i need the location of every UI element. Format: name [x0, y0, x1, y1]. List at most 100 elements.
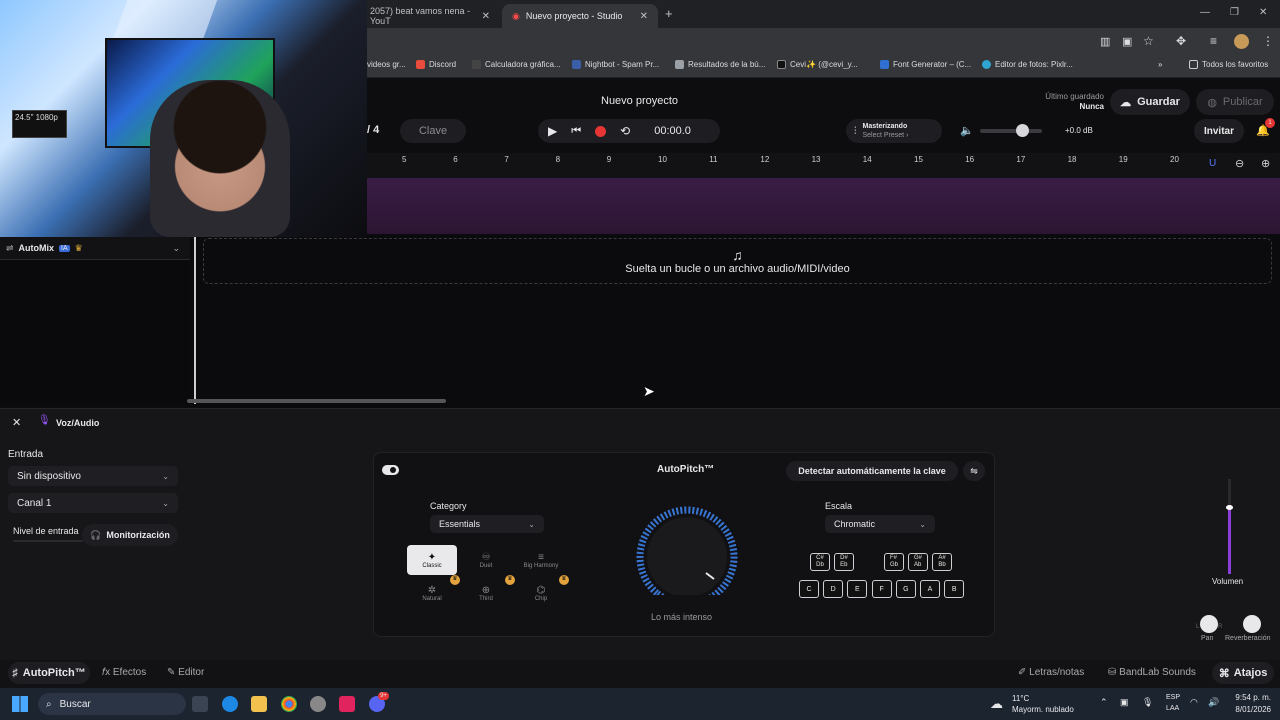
close-icon[interactable]: ✕	[640, 11, 648, 22]
scale-select[interactable]: Chromatic ⌄	[825, 515, 935, 533]
drop-zone[interactable]: ♫ Suelta un bucle o un archivo audio/MID…	[203, 238, 1272, 284]
tab-effects[interactable]: 𝑓x Efectos	[102, 667, 146, 678]
timeline-ruler[interactable]: 5 6 7 8 9 10 11 12 13 14 15 16 17 18 19 20 U ⊖ ⊕	[367, 153, 1280, 178]
bookmark-item[interactable]: Nightbot - Spam Pr...	[572, 60, 659, 69]
volume-icon[interactable]: 🔊	[1208, 697, 1219, 708]
mic-tray-icon[interactable]: 🎙	[1142, 697, 1153, 708]
key-button[interactable]: C# Db	[810, 553, 830, 571]
tiktok-app-icon[interactable]	[339, 696, 355, 712]
star-icon[interactable]: ☆	[1143, 34, 1154, 48]
close-icon[interactable]: ✕	[482, 11, 490, 22]
input-device-select[interactable]: Sin dispositivo ⌄	[8, 466, 178, 486]
key-button[interactable]: D	[823, 580, 844, 598]
magnet-icon[interactable]: U	[1209, 158, 1216, 169]
chevron-up-icon[interactable]: ⌃	[1100, 697, 1108, 708]
track-lane[interactable]	[367, 178, 1280, 234]
save-button[interactable]: ☁ Guardar	[1110, 89, 1190, 115]
publish-button[interactable]: ◍ Publicar	[1196, 89, 1274, 115]
zoom-in-icon[interactable]: ⊕	[1261, 157, 1270, 170]
category-select[interactable]: Essentials ⌄	[430, 515, 544, 533]
menu-icon[interactable]: ⋮	[1262, 34, 1274, 48]
detect-key-button[interactable]: Detectar automáticamente la clave	[786, 461, 958, 481]
shortcuts-button[interactable]: ⌘ Atajos	[1212, 662, 1274, 684]
preset-chip[interactable]: ⌬ Chip	[516, 578, 566, 608]
key-button[interactable]: D# Eb	[834, 553, 854, 571]
task-view-icon[interactable]	[192, 696, 208, 712]
tab-youtube[interactable]: 2057) beat vamos nena - YouT ✕	[360, 4, 500, 28]
restore-icon[interactable]: ❐	[1230, 7, 1239, 18]
tab-autopitch[interactable]: ♯ AutoPitch™	[8, 662, 90, 684]
chrome-icon[interactable]	[281, 696, 297, 712]
language-1[interactable]: ESP	[1166, 694, 1180, 701]
key-button[interactable]: G# Ab	[908, 553, 928, 571]
channel-select[interactable]: Canal 1 ⌄	[8, 493, 178, 513]
edge-icon[interactable]	[222, 696, 238, 712]
language-2[interactable]: LAA	[1166, 705, 1179, 712]
bookmark-item[interactable]: videos gr...	[367, 60, 406, 69]
reverb-knob[interactable]	[1243, 615, 1261, 633]
automix-row[interactable]: ⇌ AutoMix IA ♛ ⌄	[0, 237, 190, 260]
tray-icon[interactable]: ▣	[1120, 697, 1129, 708]
key-button[interactable]: A	[920, 580, 940, 598]
clock-time[interactable]: 9:54 p. m.	[1226, 693, 1271, 702]
bookmark-item[interactable]: Cevi✨ (@cevi_y...	[777, 60, 858, 69]
settings-sliders-icon[interactable]: ⇋	[963, 461, 985, 481]
record-icon[interactable]	[595, 125, 607, 137]
zoom-out-icon[interactable]: ⊖	[1235, 157, 1244, 170]
profile-avatar[interactable]	[1234, 34, 1249, 49]
sidebar-icon[interactable]: ▥	[1100, 35, 1110, 48]
key-button[interactable]: A# Bb	[932, 553, 952, 571]
intensity-knob[interactable]	[630, 505, 748, 595]
chevron-down-icon[interactable]: ⌄	[172, 243, 180, 254]
master-volume-slider[interactable]	[980, 124, 1042, 137]
speaker-icon[interactable]: 🔈	[960, 124, 974, 137]
bookmark-item[interactable]: Discord	[416, 60, 456, 69]
bookmark-item[interactable]: Resultados de la bú...	[675, 60, 765, 69]
app-icon[interactable]	[310, 696, 326, 712]
key-button[interactable]: G	[895, 580, 916, 598]
play-icon[interactable]: ▶	[548, 124, 557, 138]
preset-classic[interactable]: ✦ Classic	[407, 545, 457, 575]
pan-knob[interactable]	[1200, 615, 1218, 633]
horizontal-scrollbar[interactable]	[187, 399, 446, 403]
wifi-icon[interactable]: ◠	[1190, 697, 1198, 708]
preset-natural[interactable]: ✲ Natural	[407, 578, 457, 608]
key-button[interactable]: F# Gb	[884, 553, 904, 571]
window-close-icon[interactable]: ✕	[1259, 7, 1267, 18]
invite-button[interactable]: Invitar	[1194, 119, 1244, 143]
bandlab-sounds-button[interactable]: ⛁ BandLab Sounds	[1108, 667, 1196, 678]
volume-fader-handle[interactable]	[1226, 505, 1233, 510]
windows-start-icon[interactable]	[12, 696, 28, 712]
key-button[interactable]: B	[944, 580, 965, 598]
bookmark-item[interactable]: Editor de fotos: Pixlr...	[982, 60, 1073, 69]
weather-icon[interactable]: ☁	[990, 696, 1003, 712]
key-button[interactable]: C	[799, 580, 819, 598]
key-button[interactable]: Clave	[400, 119, 466, 143]
preset-third[interactable]: ⊕ Third	[461, 578, 511, 608]
autopitch-toggle[interactable]	[382, 465, 399, 475]
skip-back-icon[interactable]: ⏮	[571, 125, 581, 138]
key-button[interactable]: F	[871, 580, 892, 598]
media-icon[interactable]: ≡	[1210, 34, 1217, 48]
tab-studio[interactable]: ◉ Nuevo proyecto - Studio ✕	[502, 4, 658, 28]
preset-big-harmony[interactable]: ≡ Big Harmony	[516, 545, 566, 575]
clock-date[interactable]: 8/01/2026	[1226, 705, 1271, 714]
close-panel-icon[interactable]: ✕	[12, 416, 21, 429]
playhead[interactable]	[194, 237, 196, 404]
tab-editor[interactable]: ✎ Editor	[167, 667, 204, 678]
more-bookmarks-icon[interactable]: »	[1158, 60, 1162, 69]
preset-duet[interactable]: ♾ Duet	[461, 545, 511, 575]
volume-fader-track[interactable]	[1226, 479, 1233, 574]
file-explorer-icon[interactable]	[251, 696, 267, 712]
all-bookmarks[interactable]: Todos los favoritos	[1189, 60, 1268, 69]
bookmark-item[interactable]: Font Generator – (C...	[880, 60, 971, 69]
extensions-icon[interactable]: ✥	[1176, 34, 1186, 48]
mastering-button[interactable]: ⫶ Masterizando Select Preset ›	[846, 119, 942, 143]
cast-icon[interactable]: ▣	[1122, 35, 1132, 48]
loop-icon[interactable]: ⟲	[620, 124, 630, 138]
key-button[interactable]: E	[847, 580, 868, 598]
taskbar-search[interactable]: ⌕ Buscar	[38, 693, 186, 715]
new-tab-icon[interactable]: +	[665, 6, 673, 21]
minimize-icon[interactable]: —	[1200, 7, 1210, 18]
time-signature[interactable]: / 4	[367, 124, 379, 136]
